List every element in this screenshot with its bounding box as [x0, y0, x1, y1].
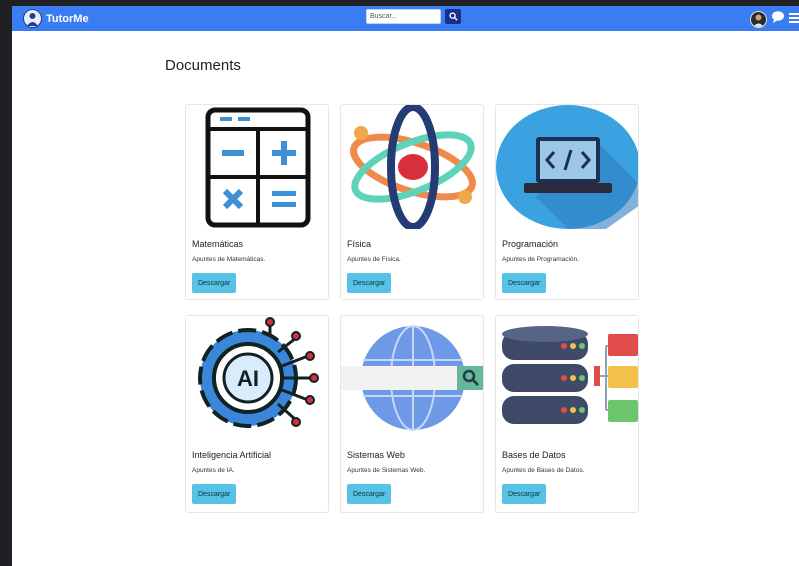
download-button[interactable]: Descargar — [347, 273, 392, 293]
brand-logo-icon — [23, 9, 42, 28]
card-title: Física — [347, 239, 372, 249]
download-button[interactable]: Descargar — [502, 484, 547, 504]
svg-text:AI: AI — [237, 366, 259, 391]
nav-actions — [750, 10, 799, 29]
document-card-sistemas-web: Sistemas Web Apuntes de Sistemas Web. De… — [340, 315, 484, 513]
download-button[interactable]: Descargar — [192, 273, 237, 293]
card-description: Apuntes de Matemáticas. — [192, 256, 266, 263]
card-description: Apuntes de Sistemas Web. — [347, 467, 426, 474]
menu-icon[interactable] — [789, 11, 799, 29]
card-title: Sistemas Web — [347, 450, 405, 460]
card-description: Apuntes de Programación. — [502, 256, 579, 263]
search-input[interactable] — [366, 9, 441, 24]
document-card-programacion: Programación Apuntes de Programación. De… — [495, 104, 639, 300]
calculator-icon — [186, 105, 328, 229]
brand[interactable]: TutorMe — [23, 9, 89, 28]
code-laptop-icon — [496, 105, 638, 229]
search-button[interactable] — [445, 9, 461, 24]
globe-search-icon — [341, 316, 483, 440]
card-title: Inteligencia Artificial — [192, 450, 272, 460]
search-icon — [448, 12, 458, 21]
download-button[interactable]: Descargar — [192, 484, 237, 504]
card-title: Bases de Datos — [502, 450, 566, 460]
atom-icon — [341, 105, 483, 229]
download-button[interactable]: Descargar — [347, 484, 392, 504]
document-card-fisica: Física Apuntes de Física. Descargar — [340, 104, 484, 300]
database-icon — [496, 316, 638, 440]
navbar: TutorMe — [12, 6, 799, 31]
page-title: Documents — [165, 57, 241, 74]
avatar[interactable] — [750, 11, 767, 28]
document-card-bases-de-datos: Bases de Datos Apuntes de Bases de Datos… — [495, 315, 639, 513]
browser-viewport: TutorMe Documents — [12, 6, 799, 566]
chat-icon[interactable] — [771, 10, 785, 29]
document-card-ia: AI Inteligencia Artificial Apuntes de IA… — [185, 315, 329, 513]
card-title: Matemáticas — [192, 239, 244, 249]
brand-name: TutorMe — [46, 12, 89, 25]
card-description: Apuntes de IA. — [192, 467, 235, 474]
download-button[interactable]: Descargar — [502, 273, 547, 293]
document-card-matematicas: Matemáticas Apuntes de Matemáticas. Desc… — [185, 104, 329, 300]
card-description: Apuntes de Bases de Datos. — [502, 467, 585, 474]
search-form — [366, 9, 461, 24]
card-description: Apuntes de Física. — [347, 256, 401, 263]
ai-gear-icon: AI — [186, 316, 328, 440]
card-title: Programación — [502, 239, 559, 249]
